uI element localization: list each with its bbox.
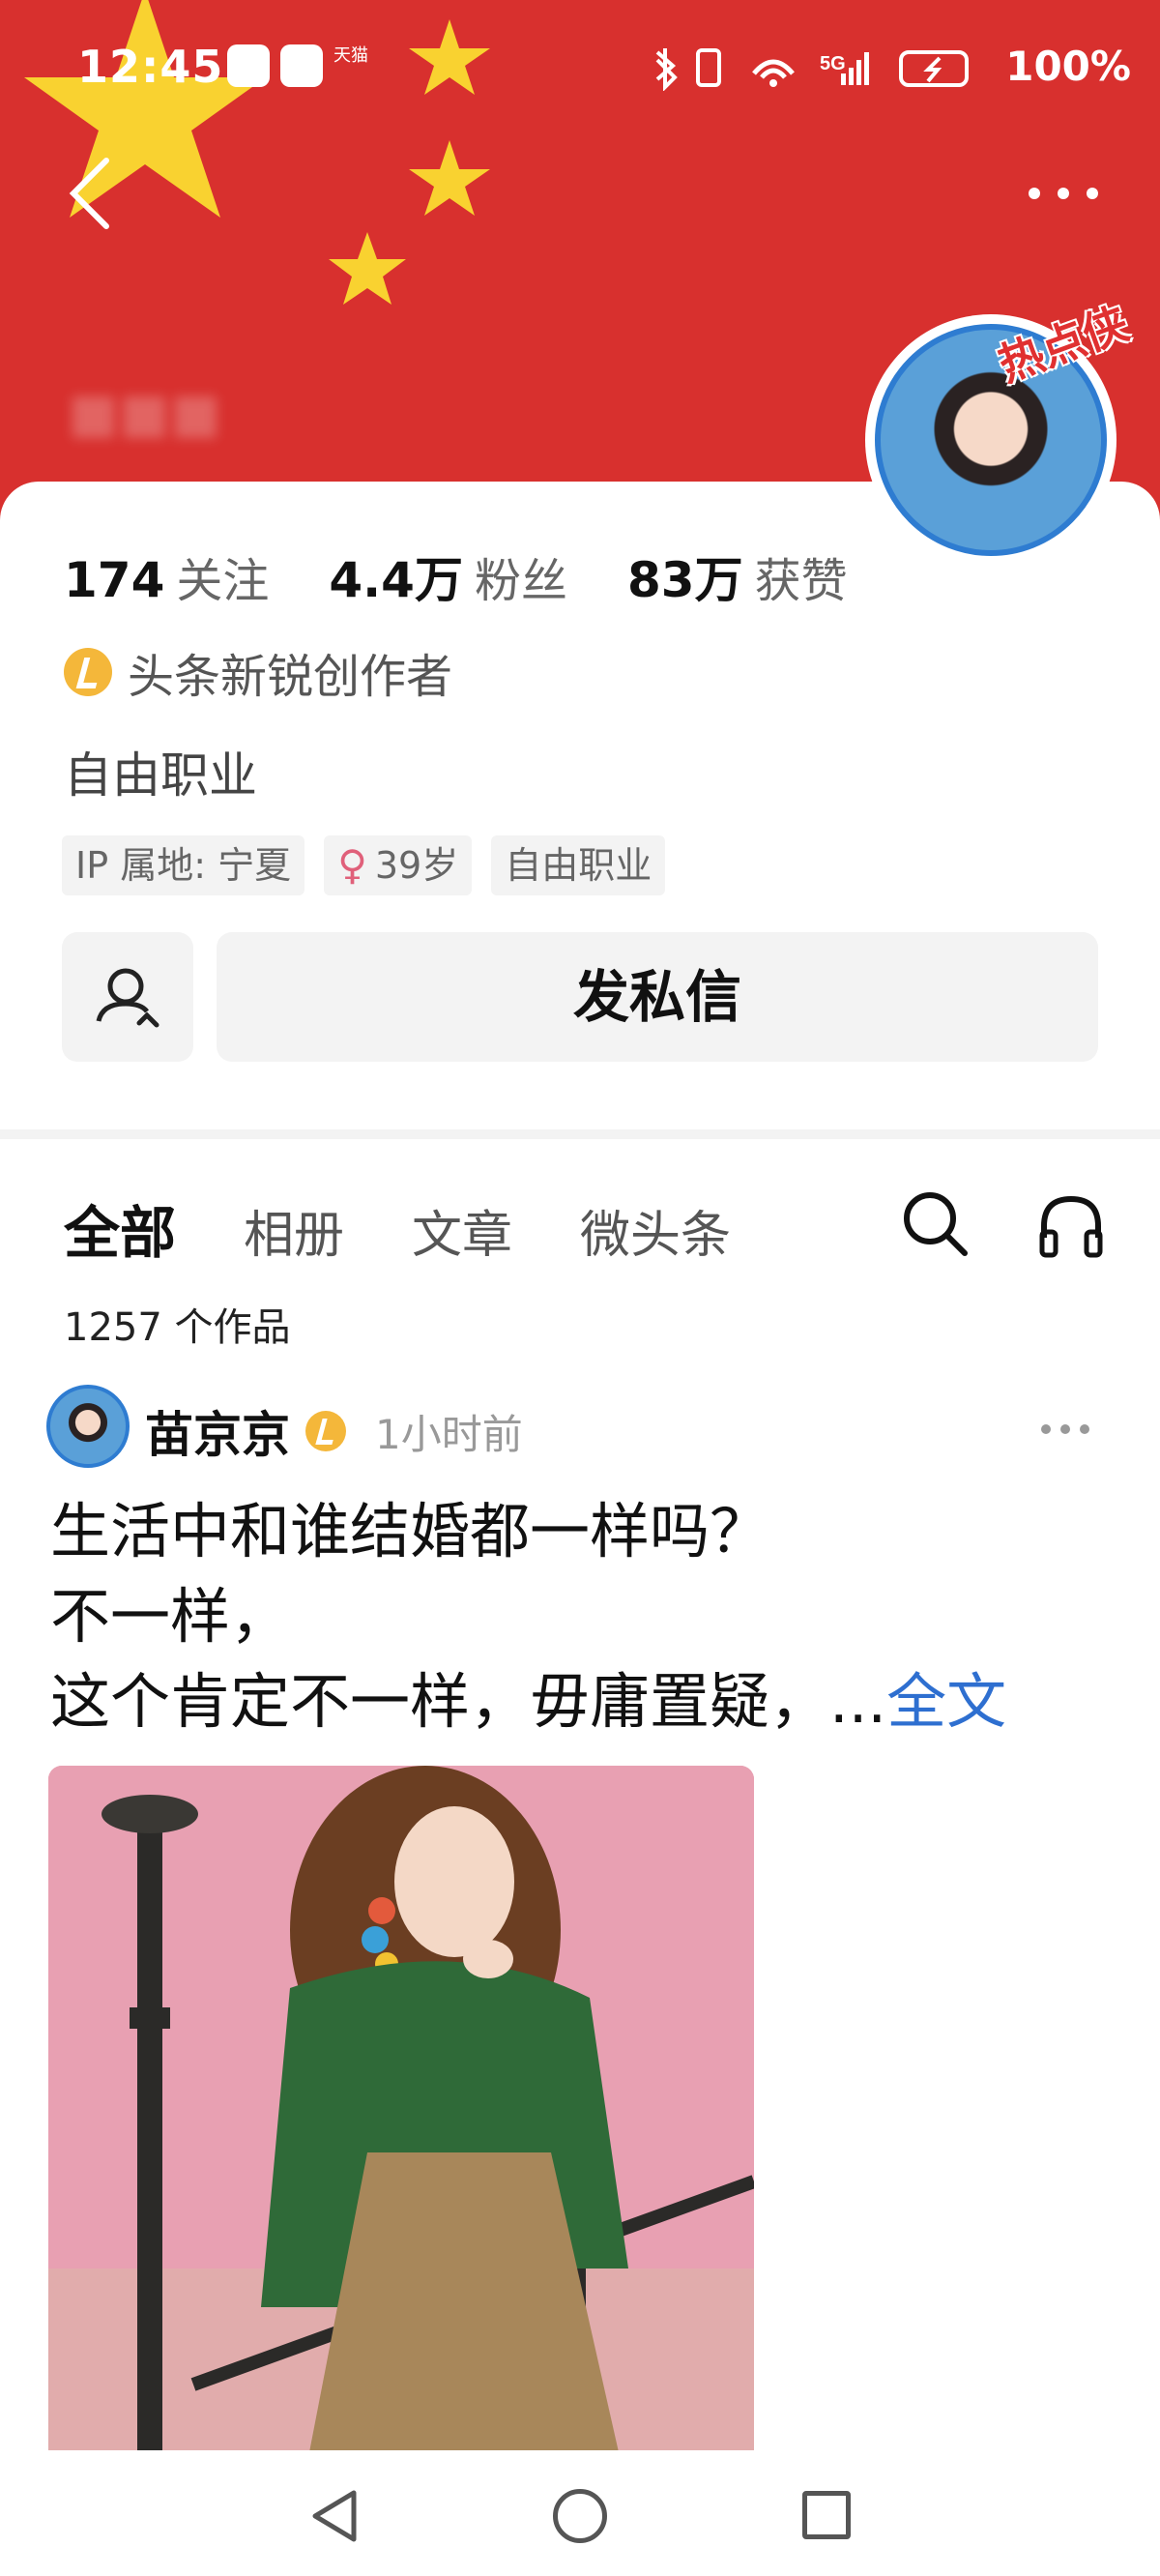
content-tabs: 全部 相册 文章 微头条: [64, 1187, 798, 1269]
creator-badge-icon: [64, 648, 112, 696]
post-image[interactable]: [48, 1766, 754, 2452]
post-line-3: 这个肯定不一样，毋庸置疑，...全文: [50, 1659, 1123, 1744]
post-more-icon[interactable]: [1038, 1421, 1092, 1437]
blurred-name: ■■■: [68, 382, 221, 445]
system-nav-bar: [0, 2450, 1160, 2576]
follow-button[interactable]: [62, 932, 193, 1062]
nav-home-icon[interactable]: [553, 2489, 607, 2543]
post-time: 1小时前: [375, 1411, 523, 1458]
works-count: 1257 个作品: [64, 1305, 291, 1350]
tab-album[interactable]: 相册: [244, 1194, 344, 1267]
author-badge-icon: [305, 1411, 346, 1451]
follow-icon: [96, 968, 160, 1028]
battery-percent: 100%: [1005, 43, 1131, 90]
post-line-1: 生活中和谁结婚都一样吗？: [50, 1496, 770, 1566]
back-icon[interactable]: [64, 155, 122, 232]
profile-bio: 自由职业: [64, 747, 257, 804]
post-line-3-text: 这个肯定不一样，毋庸置疑，...: [50, 1666, 887, 1737]
post-line-2: 不一样，: [50, 1581, 291, 1652]
post-author-avatar[interactable]: [46, 1385, 130, 1468]
tmall-label: 天猫: [334, 45, 368, 66]
ip-location-tag: IP 属地: 宁夏: [62, 835, 305, 895]
post-author[interactable]: 苗京京: [145, 1396, 346, 1466]
fans-count[interactable]: 4.4万: [329, 542, 463, 611]
post-author-name[interactable]: 苗京京: [145, 1396, 290, 1466]
tab-articles[interactable]: 文章: [412, 1194, 512, 1267]
creator-badge-row[interactable]: 头条新锐创作者: [64, 638, 452, 706]
nfc-icon: [227, 44, 270, 87]
send-message-button[interactable]: 发私信: [217, 932, 1098, 1062]
creator-badge-text: 头条新锐创作者: [128, 650, 453, 704]
search-icon[interactable]: [899, 1187, 972, 1261]
headphones-icon[interactable]: [1034, 1189, 1108, 1263]
following-count[interactable]: 174: [64, 552, 164, 608]
tab-all[interactable]: 全部: [64, 1187, 176, 1269]
fans-label[interactable]: 粉丝: [475, 542, 567, 610]
nav-recent-icon[interactable]: [802, 2491, 851, 2539]
age-text: 39岁: [374, 844, 459, 887]
full-text-link[interactable]: 全文: [886, 1666, 1006, 1737]
status-icons: 5G: [655, 48, 969, 91]
illustration-woman-green-shirt: [48, 1766, 754, 2452]
profile-stats: 174 关注 4.4万 粉丝 83万 获赞: [64, 542, 908, 611]
svg-text:5G: 5G: [820, 53, 846, 74]
following-label[interactable]: 关注: [176, 542, 269, 610]
status-bar: 12:45 天猫 5G 100%: [0, 39, 1160, 97]
tab-micro[interactable]: 微头条: [580, 1194, 731, 1267]
profile-tags: IP 属地: 宁夏 ♀ 39岁 自由职业: [62, 835, 666, 895]
status-time: 12:45: [77, 41, 224, 93]
likes-count: 83万: [626, 552, 743, 608]
female-icon: ♀: [337, 841, 367, 889]
mobile-app-icon: [280, 44, 323, 87]
more-icon[interactable]: [1025, 174, 1102, 213]
age-tag: ♀ 39岁: [324, 835, 473, 895]
post-text[interactable]: 生活中和谁结婚都一样吗？ 不一样， 这个肯定不一样，毋庸置疑，...全文: [50, 1489, 1123, 1744]
likes-label: 获赞: [754, 554, 848, 608]
occupation-tag: 自由职业: [491, 835, 666, 895]
nav-back-icon[interactable]: [307, 2487, 362, 2545]
